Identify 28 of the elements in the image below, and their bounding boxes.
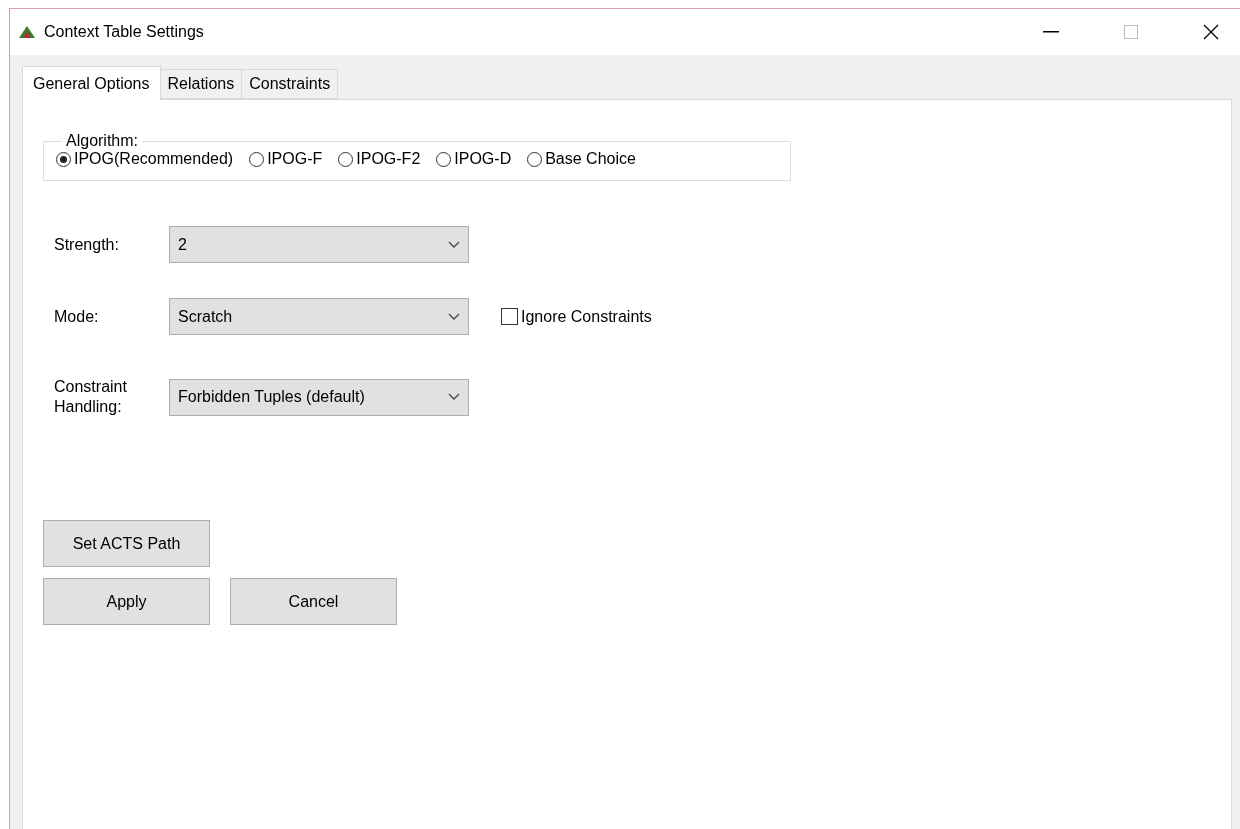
field-label: Constraint Handling: xyxy=(54,377,128,417)
chevron-down-icon xyxy=(448,240,460,249)
dropdown[interactable]: Scratch xyxy=(169,298,469,335)
field-label: Mode: xyxy=(54,306,100,327)
close-icon xyxy=(1203,24,1219,40)
window-title: Context Table Settings xyxy=(44,23,205,41)
tab[interactable]: General Options xyxy=(22,66,161,100)
apply-button[interactable]: Apply xyxy=(43,578,210,625)
minimize-icon xyxy=(1043,31,1059,33)
radio-label: IPOG-D xyxy=(454,150,512,168)
tab[interactable]: Constraints xyxy=(241,69,339,99)
chevron-down-icon xyxy=(448,312,460,321)
radio-label: IPOG-F2 xyxy=(356,150,421,168)
radio-label: Base Choice xyxy=(545,150,636,168)
tab[interactable]: Relations xyxy=(159,69,243,99)
set-path-button[interactable]: Set ACTS Path xyxy=(43,520,210,567)
dropdown[interactable]: 2 xyxy=(169,226,469,263)
radio-label: IPOG(Recommended) xyxy=(74,150,234,168)
field-label: Strength: xyxy=(54,234,120,255)
chevron-down-icon xyxy=(448,393,460,401)
cancel-button[interactable]: Cancel xyxy=(230,578,397,625)
radio-label: IPOG-F xyxy=(267,150,323,168)
app-icon xyxy=(18,25,36,39)
maximize-icon xyxy=(1124,25,1138,39)
checkbox[interactable] xyxy=(501,308,518,325)
group-label: Algorithm: xyxy=(65,132,140,150)
checkbox-label: Ignore Constraints xyxy=(521,307,652,326)
dropdown[interactable]: Forbidden Tuples (default) xyxy=(169,378,469,416)
